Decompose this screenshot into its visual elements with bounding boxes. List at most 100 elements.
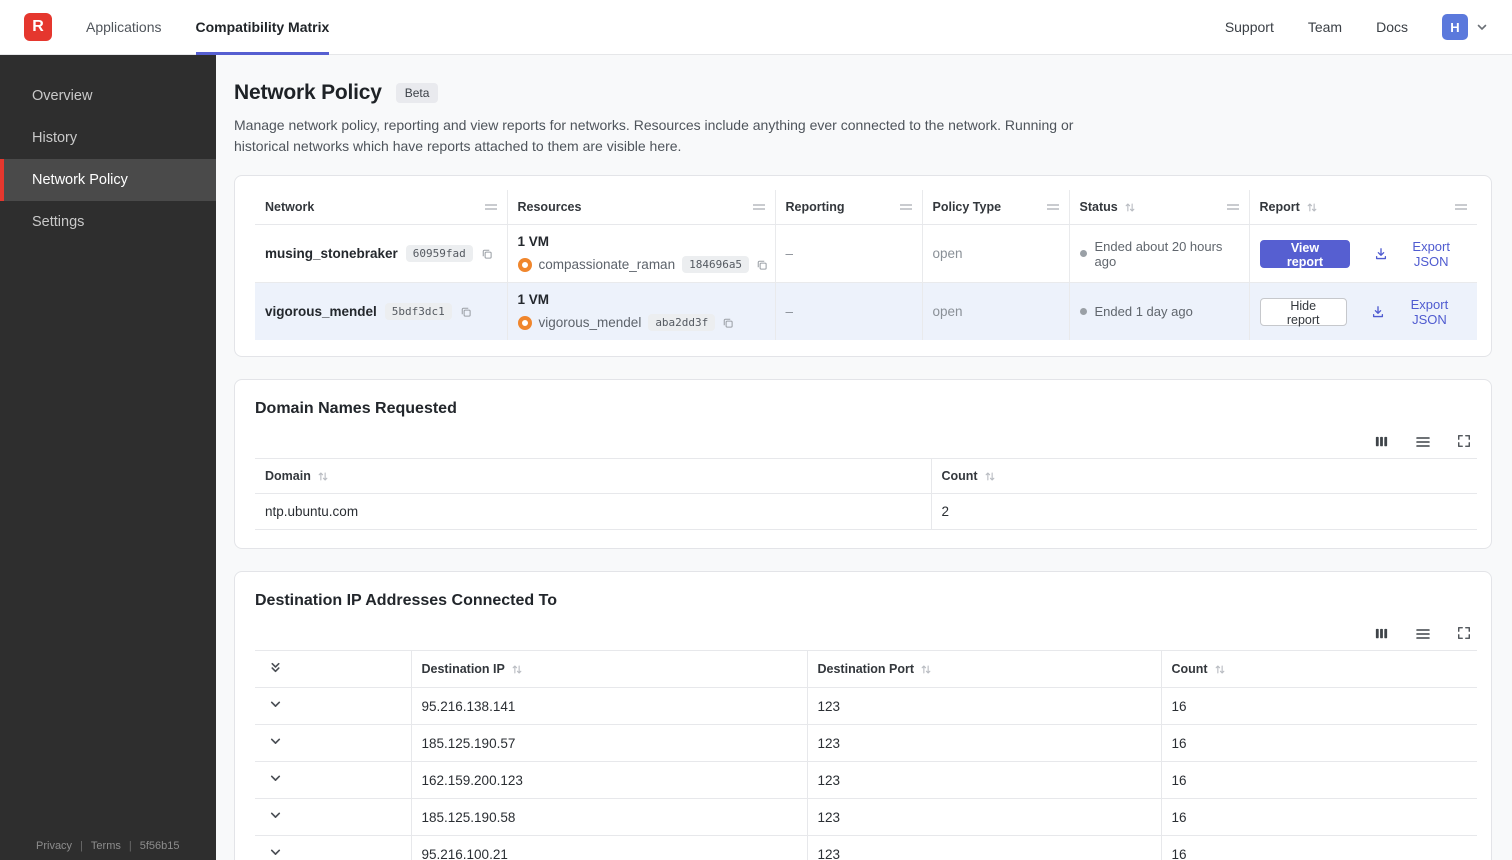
- user-menu[interactable]: H: [1442, 14, 1488, 40]
- domain-cell: ntp.ubuntu.com: [255, 493, 931, 530]
- footer-separator: |: [128, 840, 132, 852]
- chevron-down-icon[interactable]: [265, 698, 282, 711]
- column-header-destination-port[interactable]: Destination Port: [806, 650, 1161, 688]
- sort-icon[interactable]: [984, 471, 996, 482]
- drag-handle-icon[interactable]: [899, 204, 912, 206]
- footer-separator: |: [80, 840, 83, 852]
- sort-icon[interactable]: [1124, 202, 1136, 213]
- sort-icon[interactable]: [1214, 664, 1226, 675]
- download-icon: [1371, 305, 1385, 319]
- export-json-button[interactable]: Export JSON: [1371, 297, 1467, 327]
- chevron-down-icon[interactable]: [265, 846, 282, 859]
- domains-card: Domain Names Requested Domain Count ntp.…: [234, 379, 1492, 549]
- copy-icon[interactable]: [481, 248, 493, 260]
- terms-link[interactable]: Terms: [91, 840, 121, 852]
- resource-name: vigorous_mendel: [538, 315, 642, 330]
- table-row: 95.216.100.21 123 16: [255, 835, 1477, 860]
- drag-handle-icon[interactable]: [484, 204, 497, 206]
- tab-applications[interactable]: Applications: [86, 0, 162, 55]
- fullscreen-icon[interactable]: [1457, 434, 1471, 450]
- sidebar-item-settings[interactable]: Settings: [0, 201, 216, 243]
- table-row: 185.125.190.58 123 16: [255, 798, 1477, 836]
- drag-handle-icon[interactable]: [1046, 204, 1059, 206]
- count-cell: 16: [1160, 761, 1477, 799]
- sidebar-item-overview[interactable]: Overview: [0, 75, 216, 117]
- chevron-down-icon[interactable]: [265, 809, 282, 822]
- column-header-destination-ip[interactable]: Destination IP: [410, 650, 807, 688]
- column-header-network[interactable]: Network: [255, 190, 507, 225]
- column-header-count[interactable]: Count: [930, 458, 1477, 494]
- rows-icon[interactable]: [1415, 434, 1431, 450]
- export-json-button[interactable]: Export JSON: [1374, 239, 1467, 269]
- policy-type-value: open: [921, 282, 1069, 340]
- double-chevron-down-icon[interactable]: [265, 661, 282, 674]
- view-report-button[interactable]: View report: [1259, 239, 1351, 269]
- table-toolbar: [255, 434, 1471, 450]
- column-header-status[interactable]: Status: [1068, 190, 1249, 225]
- chevron-down-icon[interactable]: [265, 735, 282, 748]
- table-row: musing_stonebraker 60959fad 1 VM compass…: [255, 224, 1477, 283]
- main-content: Network Policy Beta Manage network polic…: [216, 55, 1512, 860]
- drag-handle-icon[interactable]: [1226, 204, 1239, 206]
- destination-ip-cell: 162.159.200.123: [410, 761, 807, 799]
- build-version: 5f56b15: [139, 840, 180, 852]
- drag-handle-icon[interactable]: [1455, 204, 1467, 206]
- destination-port-cell: 123: [806, 724, 1161, 762]
- column-header-policy-type[interactable]: Policy Type: [921, 190, 1069, 225]
- count-cell: 16: [1160, 687, 1477, 725]
- sort-icon[interactable]: [1306, 202, 1318, 213]
- chevron-down-icon[interactable]: [265, 772, 282, 785]
- destination-port-cell: 123: [806, 798, 1161, 836]
- link-support[interactable]: Support: [1225, 19, 1274, 35]
- column-header-resources[interactable]: Resources: [506, 190, 775, 225]
- card-title: Destination IP Addresses Connected To: [255, 592, 557, 609]
- vm-icon: [517, 257, 532, 272]
- app-logo[interactable]: R: [24, 13, 52, 41]
- column-header-report[interactable]: Report: [1248, 190, 1477, 225]
- columns-icon[interactable]: [1374, 626, 1389, 642]
- network-id-badge: 60959fad: [405, 245, 473, 262]
- rows-icon[interactable]: [1415, 626, 1431, 642]
- link-docs[interactable]: Docs: [1376, 19, 1408, 35]
- chevron-down-icon: [1476, 21, 1488, 33]
- sidebar: Overview History Network Policy Settings…: [0, 55, 216, 860]
- hide-report-button[interactable]: Hide report: [1259, 297, 1347, 327]
- destination-port-cell: 123: [806, 761, 1161, 799]
- drag-handle-icon[interactable]: [752, 204, 765, 206]
- table-row: ntp.ubuntu.com 2: [255, 493, 1477, 530]
- avatar[interactable]: H: [1442, 14, 1468, 40]
- reporting-value: –: [774, 282, 922, 340]
- destination-ip-cell: 185.125.190.58: [410, 798, 807, 836]
- column-header-expander: [255, 650, 411, 688]
- copy-icon[interactable]: [756, 259, 768, 271]
- network-table: Network Resources Reporting Policy Type …: [255, 190, 1477, 340]
- fullscreen-icon[interactable]: [1457, 626, 1471, 642]
- card-title: Domain Names Requested: [255, 400, 457, 417]
- sort-icon[interactable]: [920, 664, 932, 675]
- sort-icon[interactable]: [317, 471, 329, 482]
- columns-icon[interactable]: [1374, 434, 1389, 450]
- beta-badge: Beta: [395, 83, 439, 103]
- destination-port-cell: 123: [806, 835, 1161, 860]
- column-header-domain[interactable]: Domain: [255, 458, 931, 494]
- sidebar-item-history[interactable]: History: [0, 117, 216, 159]
- download-icon: [1374, 247, 1388, 261]
- reporting-value: –: [774, 224, 922, 283]
- sort-icon[interactable]: [511, 664, 523, 675]
- copy-icon[interactable]: [722, 317, 734, 329]
- topbar: R Applications Compatibility Matrix Supp…: [0, 0, 1512, 55]
- table-row-selected: vigorous_mendel 5bdf3dc1 1 VM vigorous_m…: [255, 282, 1477, 340]
- count-cell: 16: [1160, 835, 1477, 860]
- resources-count: 1 VM: [517, 234, 550, 249]
- resources-count: 1 VM: [517, 292, 550, 307]
- destinations-table: Destination IP Destination Port Count 95…: [255, 650, 1477, 860]
- tab-compatibility-matrix[interactable]: Compatibility Matrix: [195, 0, 330, 55]
- network-name: vigorous_mendel: [265, 304, 377, 319]
- link-team[interactable]: Team: [1308, 19, 1342, 35]
- copy-icon[interactable]: [460, 306, 472, 318]
- column-header-count[interactable]: Count: [1160, 650, 1477, 688]
- sidebar-item-network-policy[interactable]: Network Policy: [0, 159, 216, 201]
- privacy-link[interactable]: Privacy: [36, 840, 72, 852]
- column-header-reporting[interactable]: Reporting: [774, 190, 922, 225]
- table-row: 185.125.190.57 123 16: [255, 724, 1477, 762]
